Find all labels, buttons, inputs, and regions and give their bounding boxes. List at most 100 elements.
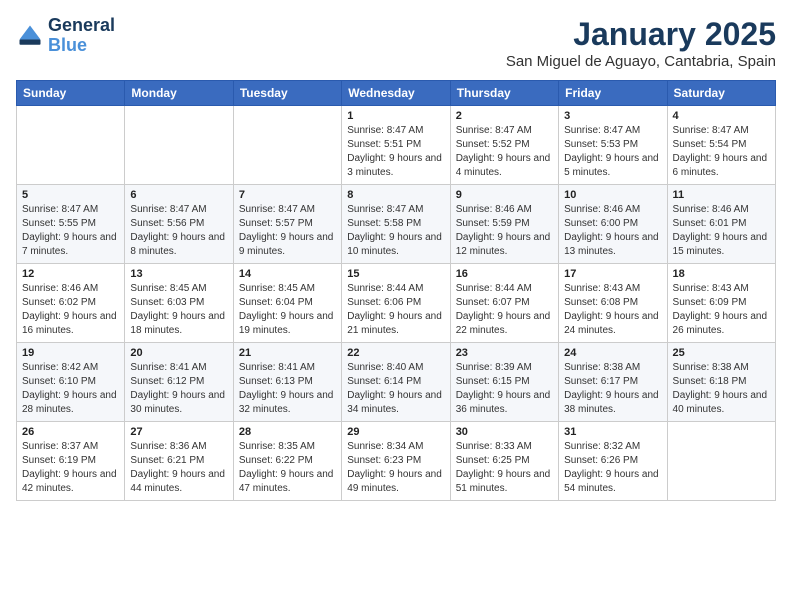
day-number: 31 <box>564 426 661 438</box>
calendar-cell: 8Sunrise: 8:47 AM Sunset: 5:58 PM Daylig… <box>342 185 450 264</box>
day-number: 6 <box>130 189 227 201</box>
weekday-header-thursday: Thursday <box>450 81 558 106</box>
day-number: 17 <box>564 268 661 280</box>
page-header: General Blue January 2025 San Miguel de … <box>16 16 776 70</box>
day-number: 12 <box>22 268 119 280</box>
calendar-cell: 7Sunrise: 8:47 AM Sunset: 5:57 PM Daylig… <box>233 185 341 264</box>
calendar-cell: 28 Sunrise: 8:35 AM Sunset: 6:22 PM Dayli… <box>233 422 341 501</box>
day-number: 7 <box>239 189 336 201</box>
cell-content: Sunrise: 8:46 AM Sunset: 6:02 PM Dayligh… <box>22 282 119 338</box>
calendar-cell: 17 Sunrise: 8:43 AM Sunset: 6:08 PM Dayli… <box>559 264 667 343</box>
cell-content: Sunrise: 8:46 AM Sunset: 6:01 PM Dayligh… <box>673 203 770 259</box>
calendar-week-row: 12 Sunrise: 8:46 AM Sunset: 6:02 PM Dayli… <box>17 264 776 343</box>
cell-content: Sunrise: 8:38 AM Sunset: 6:17 PM Dayligh… <box>564 361 661 417</box>
day-number: 19 <box>22 347 119 359</box>
calendar-cell <box>17 106 125 185</box>
calendar-cell <box>233 106 341 185</box>
calendar-cell: 9 Sunrise: 8:46 AM Sunset: 5:59 PM Daylig… <box>450 185 558 264</box>
cell-content: Sunrise: 8:44 AM Sunset: 6:06 PM Dayligh… <box>347 282 444 338</box>
cell-content: Sunrise: 8:32 AM Sunset: 6:26 PM Dayligh… <box>564 440 661 496</box>
calendar-cell <box>125 106 233 185</box>
calendar-cell: 23Sunrise: 8:39 AM Sunset: 6:15 PM Dayli… <box>450 343 558 422</box>
calendar-cell: 16 Sunrise: 8:44 AM Sunset: 6:07 PM Dayli… <box>450 264 558 343</box>
day-number: 24 <box>564 347 661 359</box>
logo-text: General Blue <box>48 16 115 56</box>
day-number: 29 <box>347 426 444 438</box>
weekday-header-monday: Monday <box>125 81 233 106</box>
calendar-week-row: 19 Sunrise: 8:42 AM Sunset: 6:10 PM Dayli… <box>17 343 776 422</box>
day-number: 1 <box>347 110 444 122</box>
day-number: 10 <box>564 189 661 201</box>
day-number: 20 <box>130 347 227 359</box>
cell-content: Sunrise: 8:47 AM Sunset: 5:54 PM Dayligh… <box>673 124 770 180</box>
cell-content: Sunrise: 8:45 AM Sunset: 6:03 PM Dayligh… <box>130 282 227 338</box>
weekday-header-sunday: Sunday <box>17 81 125 106</box>
calendar-week-row: 26 Sunrise: 8:37 AM Sunset: 6:19 PM Dayli… <box>17 422 776 501</box>
calendar-cell: 29Sunrise: 8:34 AM Sunset: 6:23 PM Dayli… <box>342 422 450 501</box>
calendar-cell: 13 Sunrise: 8:45 AM Sunset: 6:03 PM Dayli… <box>125 264 233 343</box>
day-number: 8 <box>347 189 444 201</box>
calendar-cell: 11 Sunrise: 8:46 AM Sunset: 6:01 PM Dayli… <box>667 185 775 264</box>
calendar-cell: 25 Sunrise: 8:38 AM Sunset: 6:18 PM Dayli… <box>667 343 775 422</box>
day-number: 28 <box>239 426 336 438</box>
day-number: 14 <box>239 268 336 280</box>
calendar-cell: 20 Sunrise: 8:41 AM Sunset: 6:12 PM Dayli… <box>125 343 233 422</box>
calendar-cell: 21Sunrise: 8:41 AM Sunset: 6:13 PM Dayli… <box>233 343 341 422</box>
cell-content: Sunrise: 8:46 AM Sunset: 6:00 PM Dayligh… <box>564 203 661 259</box>
cell-content: Sunrise: 8:47 AM Sunset: 5:55 PM Dayligh… <box>22 203 119 259</box>
calendar-cell: 22Sunrise: 8:40 AM Sunset: 6:14 PM Dayli… <box>342 343 450 422</box>
cell-content: Sunrise: 8:35 AM Sunset: 6:22 PM Dayligh… <box>239 440 336 496</box>
title-block: January 2025 San Miguel de Aguayo, Canta… <box>506 16 776 70</box>
calendar-table: SundayMondayTuesdayWednesdayThursdayFrid… <box>16 80 776 501</box>
day-number: 4 <box>673 110 770 122</box>
logo: General Blue <box>16 16 115 56</box>
day-number: 9 <box>456 189 553 201</box>
cell-content: Sunrise: 8:45 AM Sunset: 6:04 PM Dayligh… <box>239 282 336 338</box>
cell-content: Sunrise: 8:46 AM Sunset: 5:59 PM Dayligh… <box>456 203 553 259</box>
day-number: 23 <box>456 347 553 359</box>
calendar-cell: 5Sunrise: 8:47 AM Sunset: 5:55 PM Daylig… <box>17 185 125 264</box>
month-title: January 2025 <box>506 16 776 53</box>
day-number: 30 <box>456 426 553 438</box>
cell-content: Sunrise: 8:33 AM Sunset: 6:25 PM Dayligh… <box>456 440 553 496</box>
cell-content: Sunrise: 8:47 AM Sunset: 5:52 PM Dayligh… <box>456 124 553 180</box>
day-number: 3 <box>564 110 661 122</box>
calendar-week-row: 5Sunrise: 8:47 AM Sunset: 5:55 PM Daylig… <box>17 185 776 264</box>
calendar-cell: 24 Sunrise: 8:38 AM Sunset: 6:17 PM Dayli… <box>559 343 667 422</box>
cell-content: Sunrise: 8:41 AM Sunset: 6:12 PM Dayligh… <box>130 361 227 417</box>
cell-content: Sunrise: 8:40 AM Sunset: 6:14 PM Dayligh… <box>347 361 444 417</box>
weekday-header-row: SundayMondayTuesdayWednesdayThursdayFrid… <box>17 81 776 106</box>
calendar-cell: 26 Sunrise: 8:37 AM Sunset: 6:19 PM Dayli… <box>17 422 125 501</box>
day-number: 18 <box>673 268 770 280</box>
calendar-cell: 14 Sunrise: 8:45 AM Sunset: 6:04 PM Dayli… <box>233 264 341 343</box>
day-number: 11 <box>673 189 770 201</box>
day-number: 26 <box>22 426 119 438</box>
cell-content: Sunrise: 8:37 AM Sunset: 6:19 PM Dayligh… <box>22 440 119 496</box>
day-number: 16 <box>456 268 553 280</box>
calendar-week-row: 1Sunrise: 8:47 AM Sunset: 5:51 PM Daylig… <box>17 106 776 185</box>
cell-content: Sunrise: 8:43 AM Sunset: 6:09 PM Dayligh… <box>673 282 770 338</box>
cell-content: Sunrise: 8:42 AM Sunset: 6:10 PM Dayligh… <box>22 361 119 417</box>
calendar-cell <box>667 422 775 501</box>
calendar-cell: 30 Sunrise: 8:33 AM Sunset: 6:25 PM Dayli… <box>450 422 558 501</box>
day-number: 2 <box>456 110 553 122</box>
weekday-header-tuesday: Tuesday <box>233 81 341 106</box>
calendar-cell: 6 Sunrise: 8:47 AM Sunset: 5:56 PM Daylig… <box>125 185 233 264</box>
cell-content: Sunrise: 8:44 AM Sunset: 6:07 PM Dayligh… <box>456 282 553 338</box>
cell-content: Sunrise: 8:38 AM Sunset: 6:18 PM Dayligh… <box>673 361 770 417</box>
day-number: 25 <box>673 347 770 359</box>
cell-content: Sunrise: 8:41 AM Sunset: 6:13 PM Dayligh… <box>239 361 336 417</box>
day-number: 27 <box>130 426 227 438</box>
calendar-cell: 2 Sunrise: 8:47 AM Sunset: 5:52 PM Daylig… <box>450 106 558 185</box>
weekday-header-wednesday: Wednesday <box>342 81 450 106</box>
calendar-cell: 31 Sunrise: 8:32 AM Sunset: 6:26 PM Dayli… <box>559 422 667 501</box>
calendar-cell: 15Sunrise: 8:44 AM Sunset: 6:06 PM Dayli… <box>342 264 450 343</box>
weekday-header-saturday: Saturday <box>667 81 775 106</box>
location-title: San Miguel de Aguayo, Cantabria, Spain <box>506 53 776 70</box>
cell-content: Sunrise: 8:43 AM Sunset: 6:08 PM Dayligh… <box>564 282 661 338</box>
cell-content: Sunrise: 8:47 AM Sunset: 5:56 PM Dayligh… <box>130 203 227 259</box>
logo-icon <box>16 22 44 50</box>
calendar-cell: 19 Sunrise: 8:42 AM Sunset: 6:10 PM Dayli… <box>17 343 125 422</box>
day-number: 13 <box>130 268 227 280</box>
calendar-cell: 27Sunrise: 8:36 AM Sunset: 6:21 PM Dayli… <box>125 422 233 501</box>
